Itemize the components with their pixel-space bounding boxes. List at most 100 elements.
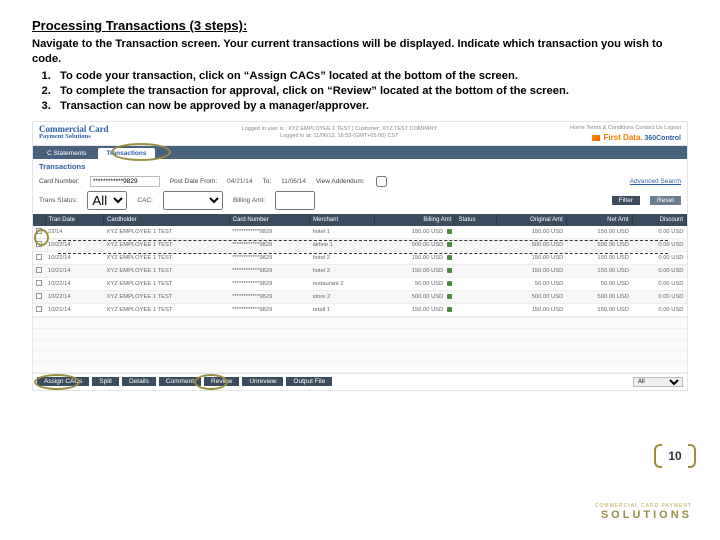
review-button[interactable]: Review <box>204 377 239 386</box>
step-1: To code your transaction, click on “Assi… <box>54 69 688 84</box>
status-icon <box>447 255 452 260</box>
transactions-table: Tran Date Cardholder Card Number Merchan… <box>33 214 687 317</box>
table-row[interactable]: 10/22/14XYZ EMPLOYEE 1 TEST************9… <box>33 290 687 303</box>
cell-status <box>455 303 497 316</box>
cell-orig: 500.00 USD <box>497 290 566 303</box>
cell-orig: 150.00 USD <box>497 226 566 239</box>
cac-label: CAC: <box>137 197 153 204</box>
col-cardnumber[interactable]: Card Number <box>229 214 309 226</box>
cell-net: 150.00 USD <box>566 303 632 316</box>
page-number: 10 <box>660 444 690 468</box>
steps-list: To code your transaction, click on “Assi… <box>32 69 688 114</box>
footer-logo: COMMERCIAL CARD PAYMENT SOLUTIONS <box>595 503 692 522</box>
dotted-line-top <box>58 240 668 241</box>
cell-net: 500.00 USD <box>566 290 632 303</box>
row-checkbox[interactable] <box>36 306 42 312</box>
page-heading: Processing Transactions (3 steps): <box>32 18 688 33</box>
postfrom-value: 04/21/14 <box>227 178 252 185</box>
col-billingamt[interactable]: Billing Amt <box>374 214 455 226</box>
page-select[interactable]: All <box>633 377 683 387</box>
row-checkbox[interactable] <box>36 293 42 299</box>
blank-rows <box>33 317 687 373</box>
cell-merchant: hotel 3 <box>310 264 375 277</box>
assign-cacs-button[interactable]: Assign CACs <box>37 377 89 386</box>
col-discount[interactable]: Discount <box>632 214 687 226</box>
table-row[interactable]: 10/21/14XYZ EMPLOYEE 1 TEST************9… <box>33 303 687 316</box>
viewaddendum-checkbox[interactable] <box>375 176 388 187</box>
cell-disc: 0.00 USD <box>632 226 687 239</box>
cell-merchant: store 2 <box>310 290 375 303</box>
status-icon <box>447 268 452 273</box>
advanced-search-link[interactable]: Advanced Search <box>630 178 681 185</box>
step-2: To complete the transaction for approval… <box>54 84 688 99</box>
product-label: 360Control <box>644 135 681 142</box>
row-checkbox[interactable] <box>36 254 42 260</box>
transstatus-select[interactable]: All <box>87 191 127 210</box>
step-3: Transaction can now be approved by a man… <box>54 99 688 114</box>
tab-statements[interactable]: C Statements <box>39 148 94 159</box>
row-checkbox[interactable] <box>36 241 42 247</box>
row-checkbox[interactable] <box>36 228 42 234</box>
viewaddendum-label: View Addendum: <box>316 178 365 185</box>
cell-net: 150.00 USD <box>566 264 632 277</box>
cell-date: 10/22/14 <box>45 290 104 303</box>
cell-holder: XYZ EMPLOYEE 1 TEST <box>104 277 230 290</box>
login-line1: Logged in user is : XYZ EMPLOYEE 1 TEST … <box>109 126 571 133</box>
cell-holder: XYZ EMPLOYEE 1 TEST <box>104 264 230 277</box>
comment-button[interactable]: Comment <box>159 377 201 386</box>
cell-holder: XYZ EMPLOYEE 1 TEST <box>104 303 230 316</box>
status-icon <box>447 294 452 299</box>
cell-date: 10/22/14 <box>45 277 104 290</box>
details-button[interactable]: Details <box>122 377 156 386</box>
status-icon <box>447 307 452 312</box>
col-merchant[interactable]: Merchant <box>310 214 375 226</box>
footer-line2: SOLUTIONS <box>601 509 692 521</box>
cell-holder: XYZ EMPLOYEE 1 TEST <box>104 226 230 239</box>
cell-merchant: retail 1 <box>310 303 375 316</box>
cell-disc: 0.00 USD <box>632 264 687 277</box>
cell-orig: 150.00 USD <box>497 303 566 316</box>
split-button[interactable]: Split <box>92 377 119 386</box>
row-checkbox[interactable] <box>36 280 42 286</box>
cell-date: 10/21/14 <box>45 303 104 316</box>
cell-amt: 50.00 USD <box>374 277 455 290</box>
app-screenshot: Commercial Card Payment Solutions Logged… <box>32 121 688 391</box>
cell-net: 150.00 USD <box>566 226 632 239</box>
cac-select[interactable] <box>163 191 223 210</box>
cell-disc: 0.00 USD <box>632 277 687 290</box>
col-originalamt[interactable]: Original Amt <box>497 214 566 226</box>
tab-transactions[interactable]: Transactions <box>98 148 154 159</box>
col-cardholder[interactable]: Cardholder <box>104 214 230 226</box>
app-topbar: Commercial Card Payment Solutions Logged… <box>33 122 687 146</box>
cell-orig: 50.00 USD <box>497 277 566 290</box>
col-netamt[interactable]: Net Amt <box>566 214 632 226</box>
table-row[interactable]: 10/22/14XYZ EMPLOYEE 1 TEST************9… <box>33 277 687 290</box>
brand-line2: Payment Solutions <box>39 134 109 141</box>
card-input[interactable] <box>90 176 160 187</box>
cell-amt: 150.00 USD <box>374 226 455 239</box>
table-row[interactable]: 10/21/14XYZ EMPLOYEE 1 TEST************9… <box>33 264 687 277</box>
cell-status <box>455 226 497 239</box>
reset-button[interactable]: Reset <box>650 196 681 205</box>
col-status[interactable]: Status <box>455 214 497 226</box>
top-links[interactable]: Home Terms & Conditions Contact Us Logou… <box>570 125 681 131</box>
cell-status <box>455 290 497 303</box>
firstdata-label: First Data. <box>604 133 643 142</box>
brand-logo: Commercial Card Payment Solutions <box>39 125 109 141</box>
outputfile-button[interactable]: Output File <box>286 377 332 386</box>
col-trandate[interactable]: Tran Date <box>45 214 104 226</box>
firstdata-icon <box>592 135 600 141</box>
cell-card: ************9829 <box>229 277 309 290</box>
cell-status <box>455 277 497 290</box>
bottom-toolbar: Assign CACs Split Details Comment Review… <box>33 373 687 390</box>
filter-button[interactable]: Filter <box>612 196 640 205</box>
cell-card: ************9829 <box>229 290 309 303</box>
cell-date: 10/21/14 <box>45 264 104 277</box>
intro-text: Navigate to the Transaction screen. Your… <box>32 37 688 67</box>
row-checkbox[interactable] <box>36 267 42 273</box>
transstatus-label: Trans Status: <box>39 197 77 204</box>
cell-amt: 150.00 USD <box>374 264 455 277</box>
table-row[interactable]: 22/14XYZ EMPLOYEE 1 TEST************9829… <box>33 226 687 239</box>
unreview-button[interactable]: Unreview <box>242 377 283 386</box>
billingamt-input[interactable] <box>275 191 315 210</box>
